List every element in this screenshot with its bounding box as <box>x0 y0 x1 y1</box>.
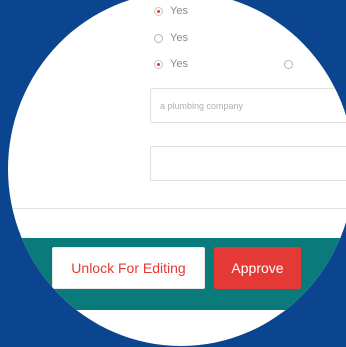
radio-label: Yes <box>170 32 188 44</box>
radio-label: Yes <box>170 58 188 70</box>
radio-option-3[interactable]: Yes <box>154 58 188 70</box>
radio-unchecked-icon[interactable] <box>154 33 163 43</box>
radio-checked-icon[interactable] <box>154 59 163 69</box>
section-divider <box>8 208 346 209</box>
radio-unchecked-icon[interactable] <box>284 60 293 69</box>
action-footer: Unlock For Editing Approve <box>8 238 346 310</box>
radio-label: Yes <box>170 5 188 17</box>
radio-option-1[interactable]: Yes <box>154 5 188 17</box>
approve-button[interactable]: Approve <box>214 247 301 289</box>
radio-option-2[interactable]: Yes <box>154 32 188 44</box>
magnified-view: Yes Yes Yes a plumbing company Unlock Fo… <box>8 0 346 346</box>
radio-checked-icon[interactable] <box>154 6 163 16</box>
unlock-for-editing-button[interactable]: Unlock For Editing <box>52 247 205 289</box>
second-input[interactable] <box>150 146 346 181</box>
company-input[interactable]: a plumbing company <box>150 88 346 123</box>
